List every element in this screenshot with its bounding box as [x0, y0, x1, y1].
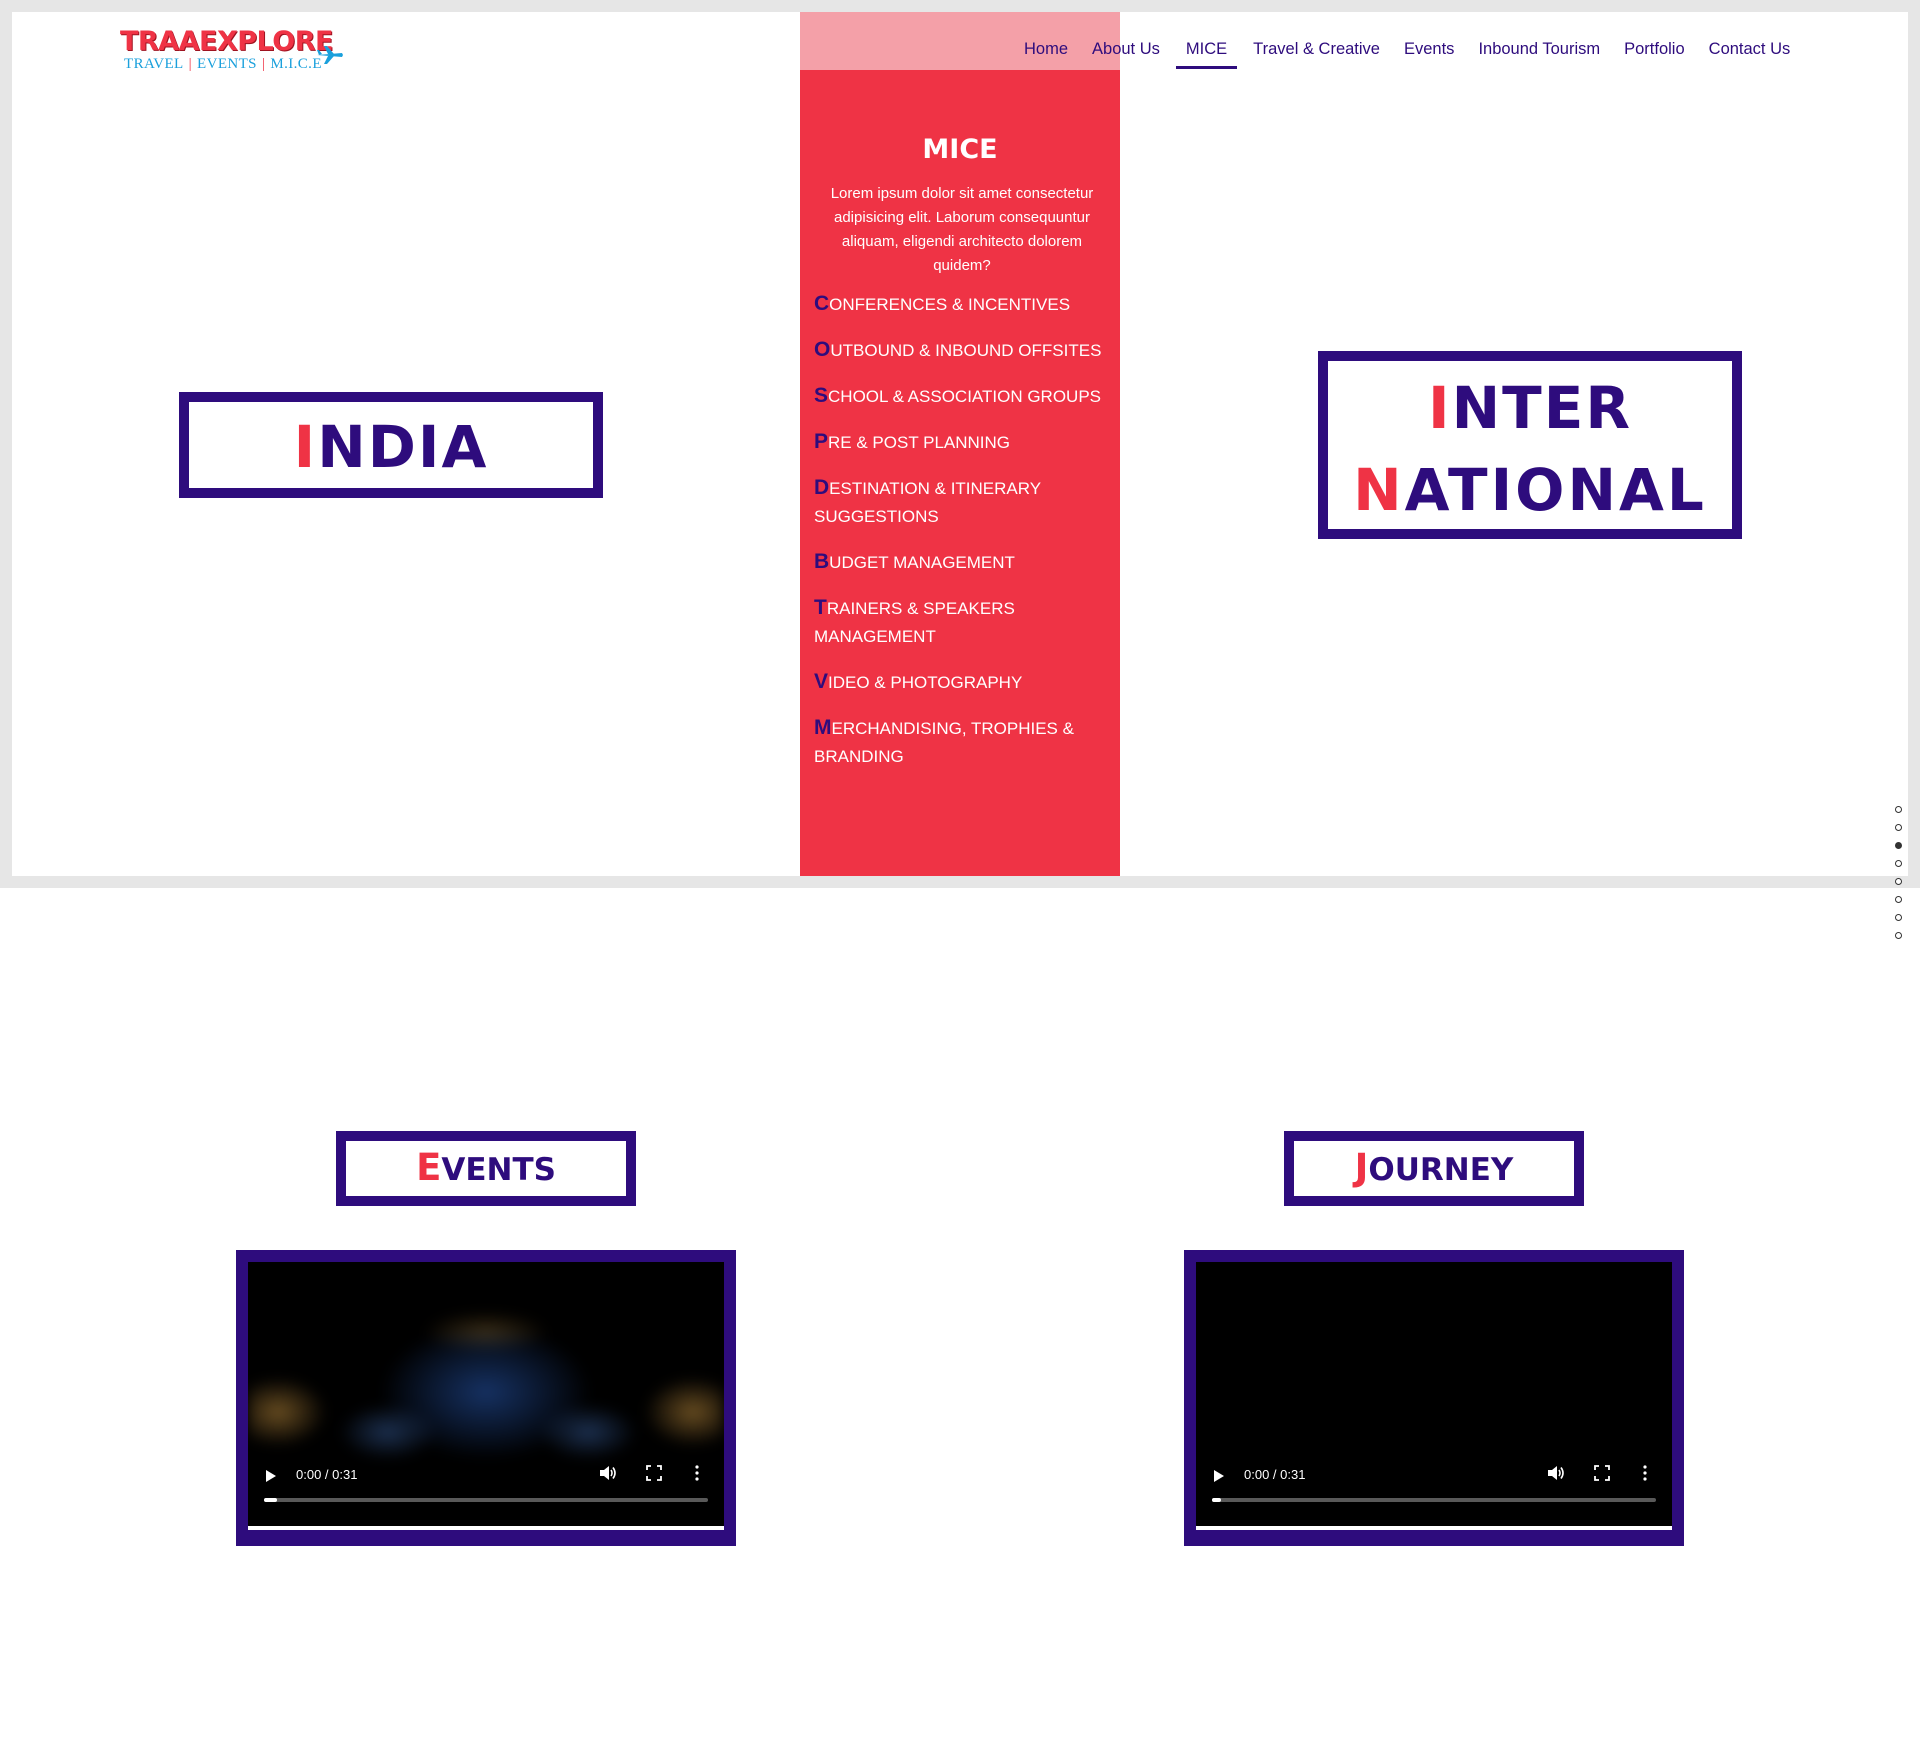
section-dot[interactable] — [1895, 878, 1902, 885]
mice-panel: MICE Lorem ipsum dolor sit amet consecte… — [800, 70, 1120, 876]
video-time: 0:00 / 0:31 — [1244, 1467, 1306, 1482]
airplane-icon — [317, 46, 343, 64]
journey-heading: JOURNEY — [1284, 1131, 1584, 1206]
video-poster-frame — [248, 1292, 724, 1472]
mice-item-initial: D — [814, 476, 830, 499]
mice-item-text: ONFERENCES & INCENTIVES — [829, 295, 1071, 314]
international-initial-2: N — [1353, 456, 1405, 524]
mice-list-item: MERCHANDISING, TROPHIES & BRANDING — [814, 714, 1112, 771]
video-progress-fill — [264, 1498, 278, 1502]
nav-contact-us[interactable]: Contact Us — [1709, 40, 1791, 65]
international-text-1: NTER — [1451, 374, 1632, 442]
mice-item-text: RAINERS & SPEAKERS MANAGEMENT — [814, 599, 1015, 646]
mice-item-initial: B — [814, 550, 830, 573]
journey-text: OURNEY — [1368, 1152, 1514, 1188]
logo-separator: | — [261, 56, 266, 72]
mice-item-initial: C — [814, 292, 830, 315]
mice-list-item: DESTINATION & ITINERARY SUGGESTIONS — [814, 474, 1112, 531]
video-controls: 0:00 / 0:31 — [248, 1460, 724, 1510]
events-initial: E — [416, 1146, 442, 1189]
events-video-frame: 0:00 / 0:31 — [236, 1250, 736, 1546]
mice-list-item: OUTBOUND & INBOUND OFFSITES — [814, 336, 1112, 365]
hero-frame: TRAAEXPLORE TRAVEL | EVENTS | M.I.C.E MICE L… — [0, 0, 1920, 888]
more-options-icon[interactable] — [692, 1464, 702, 1482]
mice-item-initial: V — [814, 670, 829, 693]
video-progress-bar[interactable] — [264, 1498, 708, 1502]
mice-item-initial: S — [814, 384, 829, 407]
logo-tagline-travel: TRAVEL — [124, 56, 184, 72]
mice-services-list: CONFERENCES & INCENTIVES OUTBOUND & INBO… — [814, 290, 1112, 788]
mice-list-item: PRE & POST PLANNING — [814, 428, 1112, 457]
mice-title: MICE — [922, 134, 998, 165]
video-bottom-border — [248, 1526, 724, 1530]
events-heading: EVENTS — [336, 1131, 636, 1206]
section-dots — [1895, 806, 1907, 950]
mice-list-item: CONFERENCES & INCENTIVES — [814, 290, 1112, 319]
mice-item-text: UTBOUND & INBOUND OFFSITES — [830, 341, 1102, 360]
mice-item-text: RE & POST PLANNING — [828, 433, 1011, 452]
mice-item-initial: T — [814, 596, 827, 619]
mice-list-item: TRAINERS & SPEAKERS MANAGEMENT — [814, 594, 1112, 651]
logo-title: TRAAEXPLORE — [120, 26, 333, 57]
hero-section: TRAAEXPLORE TRAVEL | EVENTS | M.I.C.E MICE L… — [12, 12, 1908, 876]
video-controls: 0:00 / 0:31 — [1196, 1460, 1672, 1510]
international-line-1: INTER — [1328, 367, 1732, 449]
journey-video-player[interactable]: 0:00 / 0:31 — [1196, 1262, 1672, 1530]
india-initial: I — [293, 413, 318, 481]
international-text-2: ATIONAL — [1404, 456, 1707, 524]
india-tile[interactable]: INDIA — [179, 392, 603, 498]
events-text: VENTS — [441, 1152, 556, 1188]
video-progress-bar[interactable] — [1212, 1498, 1656, 1502]
volume-icon[interactable] — [598, 1464, 618, 1482]
international-initial-1: I — [1428, 374, 1452, 442]
logo-tagline: TRAVEL | EVENTS | M.I.C.E — [124, 56, 322, 73]
nav-travel-creative[interactable]: Travel & Creative — [1253, 40, 1380, 65]
nav-portfolio[interactable]: Portfolio — [1624, 40, 1685, 65]
logo-separator: | — [188, 56, 193, 72]
section-dot[interactable] — [1895, 824, 1902, 831]
mice-description: Lorem ipsum dolor sit amet consectetur a… — [830, 185, 1094, 274]
logo-tagline-mice: M.I.C.E — [270, 56, 322, 72]
section-dot[interactable] — [1895, 860, 1902, 867]
nav-inbound-tourism[interactable]: Inbound Tourism — [1478, 40, 1600, 65]
play-icon[interactable] — [266, 1470, 276, 1482]
nav-about-us[interactable]: About Us — [1092, 40, 1160, 65]
mice-item-text: IDEO & PHOTOGRAPHY — [828, 673, 1023, 692]
section-dot-active[interactable] — [1895, 842, 1902, 849]
more-options-icon[interactable] — [1640, 1464, 1650, 1482]
volume-icon[interactable] — [1546, 1464, 1566, 1482]
site-logo[interactable]: TRAAEXPLORE TRAVEL | EVENTS | M.I.C.E — [108, 20, 348, 80]
nav-home[interactable]: Home — [1024, 40, 1068, 65]
mice-list-item: SCHOOL & ASSOCIATION GROUPS — [814, 382, 1112, 411]
journey-initial: J — [1354, 1146, 1369, 1189]
mice-list-item: BUDGET MANAGEMENT — [814, 548, 1112, 577]
video-bottom-border — [1196, 1526, 1672, 1530]
video-progress-fill — [1212, 1498, 1221, 1502]
events-video-player[interactable]: 0:00 / 0:31 — [248, 1262, 724, 1530]
mice-item-text: CHOOL & ASSOCIATION GROUPS — [828, 387, 1102, 406]
fullscreen-icon[interactable] — [646, 1465, 662, 1481]
mice-item-text: ERCHANDISING, TROPHIES & BRANDING — [814, 719, 1074, 766]
nav-mice[interactable]: MICE — [1175, 40, 1238, 69]
nav-events[interactable]: Events — [1404, 40, 1454, 65]
fullscreen-icon[interactable] — [1594, 1465, 1610, 1481]
mice-item-text: ESTINATION & ITINERARY SUGGESTIONS — [814, 479, 1041, 526]
section-dot[interactable] — [1895, 932, 1902, 939]
mice-item-initial: M — [814, 716, 832, 739]
journey-video-frame: 0:00 / 0:31 — [1184, 1250, 1684, 1546]
mice-list-item: VIDEO & PHOTOGRAPHY — [814, 668, 1112, 697]
mice-item-text: UDGET MANAGEMENT — [829, 553, 1015, 572]
video-time: 0:00 / 0:31 — [296, 1467, 358, 1482]
international-line-2: NATIONAL — [1328, 449, 1732, 531]
mice-item-initial: O — [814, 338, 831, 361]
play-icon[interactable] — [1214, 1470, 1224, 1482]
section-dot[interactable] — [1895, 896, 1902, 903]
mice-item-initial: P — [814, 430, 829, 453]
international-tile[interactable]: INTER NATIONAL — [1318, 351, 1742, 539]
section-dot[interactable] — [1895, 806, 1902, 813]
main-nav: Home About Us MICE Travel & Creative Eve… — [1012, 40, 1802, 70]
india-text: NDIA — [317, 413, 489, 481]
logo-tagline-events: EVENTS — [197, 56, 257, 72]
section-dot[interactable] — [1895, 914, 1902, 921]
